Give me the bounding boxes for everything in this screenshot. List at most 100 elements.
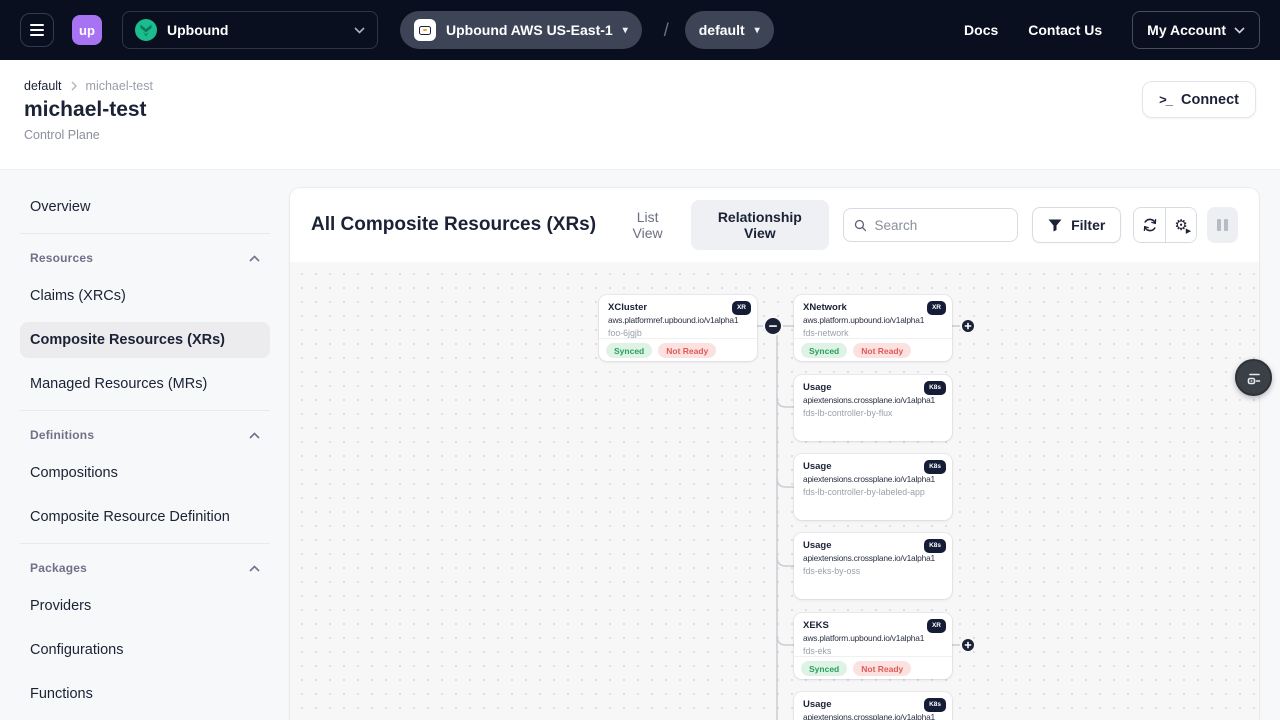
chevron-down-icon xyxy=(354,27,365,34)
terminal-icon: >_ xyxy=(1159,92,1172,107)
sidebar-section-label: Resources xyxy=(30,251,93,265)
refresh-icon xyxy=(1142,217,1158,233)
node-title: XEKS xyxy=(803,620,943,631)
main-panel: All Composite Resources (XRs) List View … xyxy=(290,188,1259,720)
node-status-row: SyncedNot Ready xyxy=(794,338,952,363)
control-plane-label: Upbound AWS US-East-1 xyxy=(446,22,613,38)
node-title: Usage xyxy=(803,540,943,551)
node-kind-badge: XR xyxy=(732,301,751,315)
legend-toggle-button[interactable] xyxy=(1235,359,1272,396)
sidebar-section-header[interactable]: Definitions xyxy=(20,428,270,442)
sidebar-item-claims-xrcs[interactable]: Claims (XRCs) xyxy=(20,278,270,314)
node-kind-badge: K8s xyxy=(924,381,946,395)
my-account-button[interactable]: My Account xyxy=(1132,11,1260,49)
sidebar-section-label: Packages xyxy=(30,561,87,575)
sidebar-section-label: Definitions xyxy=(30,428,94,442)
navbar-right: Docs Contact Us My Account xyxy=(964,11,1260,49)
status-badge: Not Ready xyxy=(853,343,911,358)
node-kind-badge: K8s xyxy=(924,698,946,712)
caret-down-icon: ▾ xyxy=(623,25,628,36)
node-resource-name: fds-eks xyxy=(803,646,943,656)
filter-button[interactable]: Filter xyxy=(1032,207,1121,243)
sidebar-item-configurations[interactable]: Configurations xyxy=(20,632,270,668)
status-badge: Synced xyxy=(801,661,847,676)
node-resource-name: foo-6jgjb xyxy=(608,328,748,338)
upbound-org-icon xyxy=(135,19,157,41)
node-status-row: Synced Not Ready xyxy=(599,338,757,363)
toolbar: All Composite Resources (XRs) List View … xyxy=(290,188,1259,262)
chevron-up-icon xyxy=(249,255,260,262)
breadcrumb-group[interactable]: default xyxy=(24,79,62,93)
group-select-label: default xyxy=(699,22,745,38)
sidebar-item-composite-resources-xrs[interactable]: Composite Resources (XRs) xyxy=(20,322,270,358)
graph-node-usage-1[interactable]: Usage apiextensions.crossplane.io/v1alph… xyxy=(794,375,952,441)
status-badge: Synced xyxy=(606,343,652,358)
sidebar-item-functions[interactable]: Functions xyxy=(20,676,270,712)
graph-node-usage-3[interactable]: Usage apiextensions.crossplane.io/v1alph… xyxy=(794,533,952,599)
pause-button[interactable] xyxy=(1207,207,1238,243)
breadcrumb: default michael-test xyxy=(24,79,1256,93)
expand-toggle[interactable] xyxy=(961,319,975,333)
run-functions-button[interactable]: ⚙ ▶ xyxy=(1165,208,1196,242)
page-title: michael-test xyxy=(24,98,1256,122)
sidebar-divider xyxy=(20,233,270,234)
sidebar-section-header[interactable]: Resources xyxy=(20,251,270,265)
sidebar-section-header[interactable]: Packages xyxy=(20,561,270,575)
upbound-logo[interactable]: up xyxy=(72,15,102,45)
node-resource-name: fds-lb-controller-by-labeled-app xyxy=(803,487,943,497)
org-select-label: Upbound xyxy=(167,22,228,38)
filter-label: Filter xyxy=(1071,217,1105,233)
relationship-view-tab[interactable]: Relationship View xyxy=(691,200,828,250)
pause-icon xyxy=(1217,219,1221,231)
my-account-label: My Account xyxy=(1147,22,1226,38)
node-api-version: apiextensions.crossplane.io/v1alpha1 xyxy=(803,395,943,405)
relationship-canvas[interactable]: XCluster aws.platformref.upbound.io/v1al… xyxy=(290,262,1259,720)
breadcrumb-separator: / xyxy=(664,20,669,41)
docs-link[interactable]: Docs xyxy=(964,22,998,38)
node-resource-name: fds-eks-by-oss xyxy=(803,566,943,576)
collapse-toggle[interactable] xyxy=(764,317,782,335)
control-plane-select[interactable]: Upbound AWS US-East-1 ▾ xyxy=(400,11,642,49)
node-title: XCluster xyxy=(608,302,748,313)
status-badge: Not Ready xyxy=(658,343,716,358)
node-kind-badge: K8s xyxy=(924,539,946,553)
graph-node-usage-2[interactable]: Usage apiextensions.crossplane.io/v1alph… xyxy=(794,454,952,520)
graph-node-usage-4[interactable]: Usage apiextensions.crossplane.io/v1alph… xyxy=(794,692,952,720)
chevron-up-icon xyxy=(249,432,260,439)
search-box xyxy=(843,208,1019,242)
sidebar-item-overview[interactable]: Overview xyxy=(20,189,270,225)
sidebar-item-providers[interactable]: Providers xyxy=(20,588,270,624)
sidebar-item-compositions[interactable]: Compositions xyxy=(20,455,270,491)
sidebar-item-managed-resources-mrs[interactable]: Managed Resources (MRs) xyxy=(20,366,270,402)
page-header: default michael-test michael-test Contro… xyxy=(0,60,1280,170)
sidebar-item-composite-resource-definition[interactable]: Composite Resource Definition xyxy=(20,499,270,535)
legend-icon xyxy=(1245,369,1263,387)
expand-toggle[interactable] xyxy=(961,638,975,652)
caret-down-icon: ▾ xyxy=(755,25,760,36)
node-kind-badge: XR xyxy=(927,619,946,633)
node-api-version: apiextensions.crossplane.io/v1alpha1 xyxy=(803,553,943,563)
graph-node-xcluster[interactable]: XCluster aws.platformref.upbound.io/v1al… xyxy=(599,295,757,361)
node-api-version: aws.platform.upbound.io/v1alpha1 xyxy=(803,633,943,643)
contact-us-link[interactable]: Contact Us xyxy=(1028,22,1102,38)
view-toggle: List View Relationship View xyxy=(610,200,828,250)
node-title: Usage xyxy=(803,699,943,710)
org-select[interactable]: Upbound xyxy=(122,11,378,49)
filter-funnel-icon xyxy=(1048,219,1062,232)
search-icon xyxy=(854,218,867,233)
node-kind-badge: K8s xyxy=(924,460,946,474)
menu-button[interactable] xyxy=(20,13,54,47)
list-view-tab[interactable]: List View xyxy=(610,201,685,249)
node-api-version: apiextensions.crossplane.io/v1alpha1 xyxy=(803,712,943,720)
status-badge: Not Ready xyxy=(853,661,911,676)
refresh-button[interactable] xyxy=(1134,208,1165,242)
node-resource-name: fds-network xyxy=(803,328,943,338)
group-select[interactable]: default ▾ xyxy=(685,11,774,49)
graph-node-xnetwork[interactable]: XNetwork aws.platform.upbound.io/v1alpha… xyxy=(794,295,952,361)
sidebar-divider xyxy=(20,543,270,544)
connect-button[interactable]: >_ Connect xyxy=(1142,81,1256,118)
node-api-version: aws.platformref.upbound.io/v1alpha1 xyxy=(608,315,748,325)
graph-node-xeks[interactable]: XEKS aws.platform.upbound.io/v1alpha1 fd… xyxy=(794,613,952,679)
node-resource-name: fds-lb-controller-by-flux xyxy=(803,408,943,418)
search-input[interactable] xyxy=(874,218,1007,233)
